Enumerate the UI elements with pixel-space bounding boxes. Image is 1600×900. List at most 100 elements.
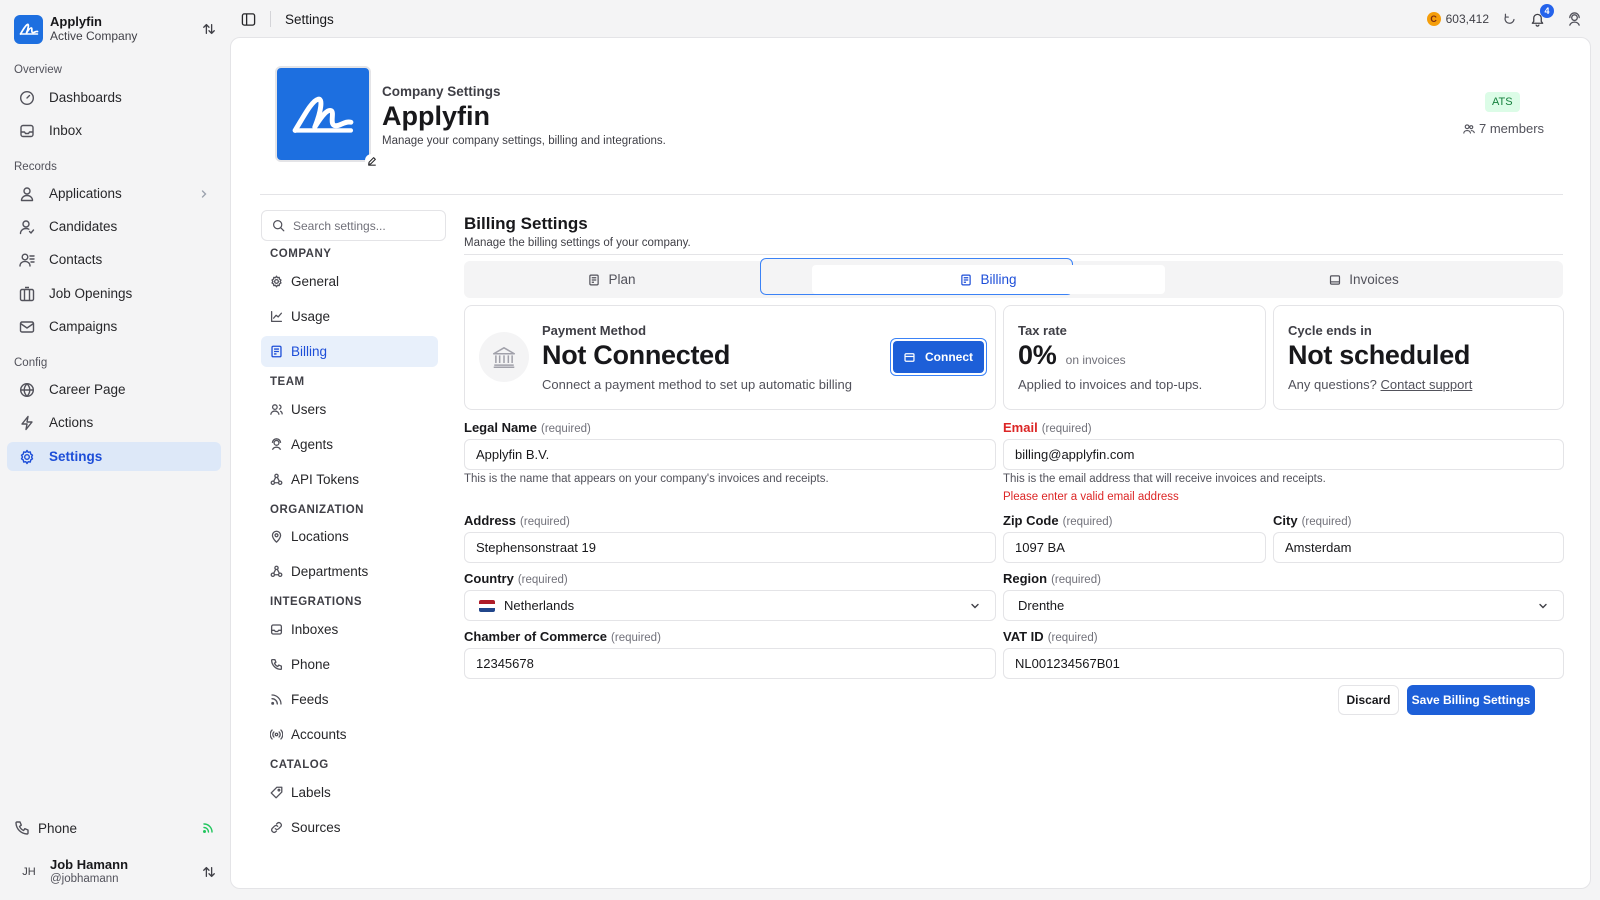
tab-billing[interactable]: Billing — [812, 265, 1165, 294]
sidebar-item-applications[interactable]: Applications — [7, 179, 221, 208]
settings-item-users[interactable]: Users — [261, 394, 438, 425]
sidebar-item-dashboards[interactable]: Dashboards — [7, 83, 221, 112]
settings-item-general[interactable]: General — [261, 266, 438, 297]
settings-item-sources[interactable]: Sources — [261, 812, 438, 843]
sidebar-item-label: Candidates — [49, 219, 118, 234]
sidebar-item-candidates[interactable]: Candidates — [7, 212, 221, 241]
chevron-right-icon[interactable] — [199, 189, 209, 199]
tab-plan[interactable]: Plan — [468, 265, 756, 294]
divider — [260, 194, 1563, 195]
sidebar-item-contacts[interactable]: Contacts — [7, 245, 221, 274]
vat-id-label: VAT ID (required) — [1003, 629, 1098, 644]
settings-group-company: COMPANY — [270, 248, 332, 260]
sidebar-item-label: Actions — [49, 415, 94, 430]
sidebar-item-settings[interactable]: Settings — [7, 442, 221, 471]
settings-search[interactable] — [261, 210, 446, 241]
country-label: Country (required) — [464, 571, 568, 586]
address-field[interactable]: Stephensonstraat 19 — [464, 532, 996, 563]
phone-status[interactable]: Phone — [14, 818, 214, 838]
company-logo-large[interactable] — [275, 66, 371, 162]
tax-rate-unit: on invoices — [1065, 353, 1126, 367]
city-field[interactable]: Amsterdam — [1273, 532, 1564, 563]
payment-method-card: Payment Method Not Connected Connect a p… — [464, 305, 996, 410]
sidebar-item-label: Job Openings — [49, 286, 133, 301]
divider — [464, 254, 1563, 255]
search-icon — [272, 219, 285, 232]
settings-item-usage[interactable]: Usage — [261, 301, 438, 332]
user-check-icon — [19, 219, 35, 235]
tax-rate-card: Tax rate 0% on invoices Applied to invoi… — [1003, 305, 1266, 410]
company-switcher[interactable]: Applyfin Active Company — [14, 14, 220, 44]
notifications-button[interactable]: 4 — [1530, 3, 1554, 27]
tab-label: Billing — [980, 272, 1017, 287]
settings-item-label: API Tokens — [291, 472, 360, 487]
settings-item-feeds[interactable]: Feeds — [261, 684, 438, 715]
building-icon — [19, 286, 35, 302]
save-button[interactable]: Save Billing Settings — [1407, 685, 1535, 715]
tax-rate-label: Tax rate — [1018, 323, 1067, 338]
email-field[interactable]: billing@applyfin.com — [1003, 439, 1564, 470]
sidebar-item-career-page[interactable]: Career Page — [7, 375, 221, 404]
sidebar-item-inbox[interactable]: Inbox — [7, 116, 221, 145]
sidebar-item-campaigns[interactable]: Campaigns — [7, 312, 221, 341]
settings-item-accounts[interactable]: Accounts — [261, 719, 438, 750]
country-select[interactable]: Netherlands — [464, 590, 996, 621]
region-select[interactable]: Drenthe — [1003, 590, 1564, 621]
user-handle: @jobhamann — [50, 873, 119, 885]
tax-rate-value: 0% — [1018, 340, 1057, 370]
switch-arrows-icon[interactable] — [202, 22, 216, 36]
sidebar-item-actions[interactable]: Actions — [7, 408, 221, 437]
edit-logo-icon[interactable] — [365, 154, 378, 167]
sidebar-toggle-icon[interactable] — [241, 12, 256, 27]
settings-item-phone[interactable]: Phone — [261, 649, 438, 680]
document-icon — [588, 274, 600, 286]
settings-item-label: Agents — [291, 437, 334, 452]
settings-item-labels[interactable]: Labels — [261, 777, 438, 808]
antenna-icon — [270, 728, 283, 741]
settings-item-label: Users — [291, 402, 327, 417]
network-icon — [270, 473, 283, 486]
user-name: Job Hamann — [50, 857, 129, 872]
phone-icon — [14, 820, 30, 836]
sidebar-item-label: Dashboards — [49, 90, 122, 105]
support-agent-icon[interactable] — [1567, 11, 1582, 27]
gear-icon — [270, 275, 283, 288]
search-input[interactable] — [293, 218, 433, 233]
settings-item-api-tokens[interactable]: API Tokens — [261, 464, 438, 495]
users-icon — [1463, 123, 1475, 135]
legal-name-field[interactable]: Applyfin B.V. — [464, 439, 996, 470]
settings-item-label: Sources — [291, 820, 341, 835]
payment-subtitle: Connect a payment method to set up autom… — [542, 377, 853, 392]
settings-item-locations[interactable]: Locations — [261, 521, 438, 552]
main-panel: Company Settings Applyfin Manage your co… — [230, 37, 1591, 889]
breadcrumb: Settings — [285, 11, 334, 27]
settings-item-departments[interactable]: Departments — [261, 556, 438, 587]
settings-item-billing[interactable]: Billing — [261, 336, 438, 367]
receipt-icon — [960, 274, 972, 286]
sidebar-item-label: Career Page — [49, 382, 126, 397]
credits-balance[interactable]: C 603,412 — [1426, 12, 1489, 26]
tab-invoices[interactable]: Invoices — [1169, 265, 1559, 294]
phone-icon — [270, 658, 283, 671]
contact-support-link[interactable]: Contact support — [1381, 377, 1473, 392]
settings-item-inboxes[interactable]: Inboxes — [261, 614, 438, 645]
billing-tabs: Plan Billing Invoices — [464, 258, 1563, 298]
legal-name-label: Legal Name (required) — [464, 420, 591, 435]
switch-arrows-icon[interactable] — [202, 865, 216, 879]
zip-code-field[interactable]: 1097 BA — [1003, 532, 1266, 563]
settings-item-label: Departments — [291, 564, 369, 579]
connect-button[interactable]: Connect — [893, 341, 984, 373]
region-value: Drenthe — [1018, 598, 1065, 613]
sidebar-item-label: Inbox — [49, 123, 83, 138]
billing-cycle-card: Cycle ends in Not scheduled Any question… — [1273, 305, 1564, 410]
sidebar-item-job-openings[interactable]: Job Openings — [7, 279, 221, 308]
refresh-icon[interactable] — [1503, 13, 1516, 26]
members-count[interactable]: 7 members — [1463, 121, 1544, 136]
vat-id-field[interactable]: NL001234567B01 — [1003, 648, 1564, 679]
user-menu[interactable]: JH Job Hamann @jobhamann — [14, 856, 220, 888]
settings-item-agents[interactable]: Agents — [261, 429, 438, 460]
connect-label: Connect — [925, 350, 973, 364]
discard-button[interactable]: Discard — [1338, 685, 1399, 715]
bank-icon — [479, 332, 529, 382]
chamber-of-commerce-field[interactable]: 12345678 — [464, 648, 996, 679]
